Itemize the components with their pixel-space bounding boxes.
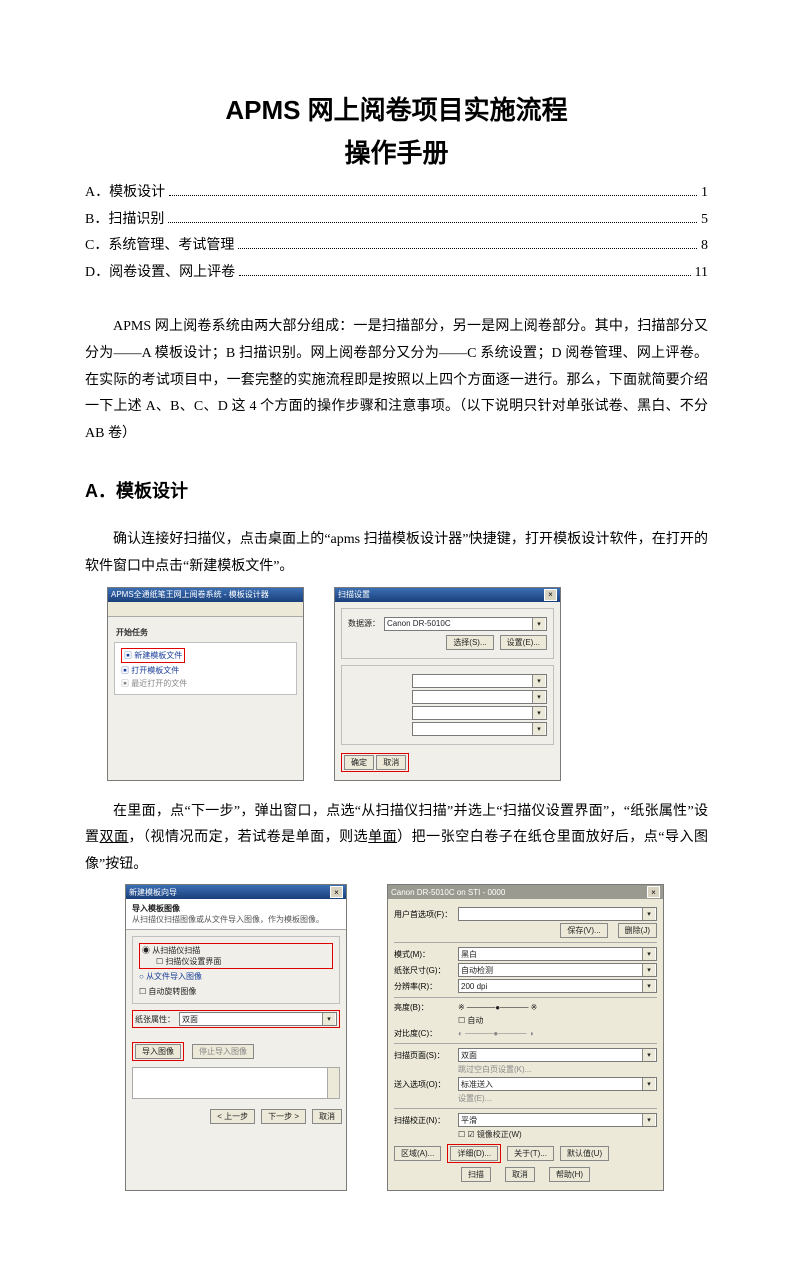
- fig4-delete-button[interactable]: 删除(J): [618, 923, 657, 938]
- section-a-p1: 确认连接好扫描仪，点击桌面上的“apms 扫描模板设计器”快捷键，打开模板设计软…: [85, 527, 708, 580]
- fig1-group-label: 开始任务: [116, 627, 297, 638]
- fig3-next-button[interactable]: 下一步 >: [261, 1109, 306, 1124]
- fig4-cancel-button[interactable]: 取消: [505, 1167, 535, 1182]
- fig3-stop-button[interactable]: 停止导入图像: [192, 1044, 254, 1059]
- toc-row: A．模板设计 1: [85, 180, 708, 207]
- fig1-title: APMS全通纸笔王网上阅卷系统 - 模板设计器: [111, 589, 269, 600]
- section-a-p2: 在里面，点“下一步”，弹出窗口，点选“从扫描仪扫描”并选上“扫描仪设置界面”，“…: [85, 799, 708, 879]
- fig3-heading: 导入模板图像: [132, 903, 340, 914]
- fig4-save-button[interactable]: 保存(V)...: [560, 923, 607, 938]
- figure-row-1: APMS全通纸笔王网上阅卷系统 - 模板设计器 开始任务 ▣ 新建模板文件 ▣ …: [107, 587, 708, 781]
- fig4-user-label: 用户首选项(F)：: [394, 909, 454, 920]
- toc-page: 11: [695, 260, 708, 287]
- fig3-paper-label: 纸张属性：: [135, 1014, 175, 1025]
- fig4-skip-link[interactable]: 跳过空白页设置(K)...: [458, 1064, 531, 1075]
- fig4-dpi-dropdown[interactable]: 200 dpi: [458, 979, 657, 993]
- close-icon[interactable]: ×: [647, 886, 660, 898]
- fig4-feed-dropdown[interactable]: 标准送入: [458, 1077, 657, 1091]
- toc-dots: [239, 275, 690, 276]
- fig2-setup-button[interactable]: 设置(E)...: [500, 635, 547, 650]
- fig3-sub: 从扫描仪扫描图像或从文件导入图像，作为模板图像。: [132, 914, 340, 925]
- toc-label: A．模板设计: [85, 180, 165, 207]
- doc-subtitle: 操作手册: [85, 133, 708, 170]
- fig1-open-template[interactable]: ▣ 打开模板文件: [119, 664, 292, 677]
- fig2-src-label: 数据源：: [348, 618, 380, 629]
- fig4-feed-label: 送入选项(O)：: [394, 1079, 454, 1090]
- fig4-side-label: 扫描页面(S)：: [394, 1050, 454, 1061]
- fig4-deskew-dropdown[interactable]: 平滑: [458, 1113, 657, 1127]
- fig4-bright-label: 亮度(B)：: [394, 1002, 454, 1013]
- toc-row: D．阅卷设置、网上评卷 11: [85, 260, 708, 287]
- fig4-size-dropdown[interactable]: 自动检测: [458, 963, 657, 977]
- table-of-contents: A．模板设计 1 B．扫描识别 5 C．系统管理、考试管理 8 D．阅卷设置、网…: [85, 180, 708, 286]
- fig4-area-button[interactable]: 区域(A)...: [394, 1146, 441, 1161]
- close-icon[interactable]: ×: [330, 886, 343, 898]
- fig4-window: Canon DR-5010C on STI - 0000 × 用户首选项(F)：…: [387, 884, 664, 1191]
- doc-title: APMS 网上阅卷项目实施流程: [85, 90, 708, 127]
- intro-paragraph: APMS 网上阅卷系统由两大部分组成：一是扫描部分，另一是网上阅卷部分。其中，扫…: [85, 314, 708, 447]
- fig3-back-button[interactable]: < 上一步: [210, 1109, 255, 1124]
- fig2-cancel-button[interactable]: 取消: [376, 755, 406, 770]
- fig2-dd[interactable]: [412, 722, 547, 736]
- toc-page: 8: [701, 233, 708, 260]
- toc-dots: [238, 248, 697, 249]
- fig4-auto-check[interactable]: 自动: [458, 1015, 483, 1026]
- fig4-more-button[interactable]: 详细(D)...: [450, 1146, 498, 1161]
- fig4-title: Canon DR-5010C on STI - 0000: [391, 888, 505, 897]
- fig2-title: 扫描设置: [338, 589, 370, 600]
- fig4-titlebar: Canon DR-5010C on STI - 0000 ×: [388, 885, 663, 899]
- fig4-feed-set[interactable]: 设置(E)...: [458, 1093, 491, 1104]
- fig4-size-label: 纸张尺寸(G)：: [394, 965, 454, 976]
- toc-page: 1: [701, 180, 708, 207]
- fig4-side-dropdown[interactable]: 双面: [458, 1048, 657, 1062]
- fig2-select-button[interactable]: 选择(S)...: [446, 635, 493, 650]
- fig2-src-dropdown[interactable]: Canon DR-5010C: [384, 617, 547, 631]
- fig2-window: 扫描设置 × 数据源： Canon DR-5010C 选择(S)... 设置(E…: [334, 587, 561, 781]
- fig4-about-button[interactable]: 关于(T)...: [507, 1146, 554, 1161]
- toc-label: B．扫描识别: [85, 207, 164, 234]
- toc-page: 5: [701, 207, 708, 234]
- fig2-ok-button[interactable]: 确定: [344, 755, 374, 770]
- fig3-window: 新建模板向导 × 导入模板图像 从扫描仪扫描图像或从文件导入图像，作为模板图像。…: [125, 884, 347, 1191]
- fig1-window: APMS全通纸笔王网上阅卷系统 - 模板设计器 开始任务 ▣ 新建模板文件 ▣ …: [107, 587, 304, 781]
- fig3-radio-file[interactable]: 从文件导入图像: [139, 971, 333, 982]
- fig4-mode-dropdown[interactable]: 黑白: [458, 947, 657, 961]
- fig2-titlebar: 扫描设置 ×: [335, 588, 560, 602]
- fig4-help-button[interactable]: 帮助(H): [549, 1167, 590, 1182]
- toc-dots: [168, 222, 697, 223]
- fig4-default-button[interactable]: 默认值(U): [560, 1146, 609, 1161]
- fig4-user-dropdown[interactable]: [458, 907, 657, 921]
- fig3-paper-dropdown[interactable]: 双面: [179, 1012, 337, 1026]
- fig4-contrast-label: 对比度(C)：: [394, 1028, 454, 1039]
- toc-row: C．系统管理、考试管理 8: [85, 233, 708, 260]
- fig3-radio-scan[interactable]: 从扫描仪扫描: [142, 945, 330, 956]
- fig2-dd[interactable]: [412, 674, 547, 688]
- toc-row: B．扫描识别 5: [85, 207, 708, 234]
- fig3-titlebar: 新建模板向导 ×: [126, 885, 346, 899]
- fig3-check-rotate[interactable]: 自动旋转图像: [139, 986, 333, 997]
- toc-label: D．阅卷设置、网上评卷: [85, 260, 235, 287]
- fig1-recent-files[interactable]: ▣ 最近打开的文件: [119, 677, 292, 690]
- fig2-dd[interactable]: [412, 706, 547, 720]
- figure-row-2: 新建模板向导 × 导入模板图像 从扫描仪扫描图像或从文件导入图像，作为模板图像。…: [125, 884, 708, 1191]
- fig1-new-template[interactable]: ▣ 新建模板文件: [119, 647, 292, 664]
- fig3-cancel-button[interactable]: 取消: [312, 1109, 342, 1124]
- fig4-scan-button[interactable]: 扫描: [461, 1167, 491, 1182]
- fig4-mirror-check[interactable]: ☑ 镜像校正(W): [458, 1129, 522, 1140]
- fig3-check-ui[interactable]: 扫描仪设置界面: [156, 956, 330, 967]
- fig2-dd[interactable]: [412, 690, 547, 704]
- fig1-titlebar: APMS全通纸笔王网上阅卷系统 - 模板设计器: [108, 588, 303, 602]
- section-a-heading: A．模板设计: [85, 477, 708, 503]
- toc-dots: [169, 195, 697, 196]
- fig3-import-button[interactable]: 导入图像: [135, 1044, 181, 1059]
- fig4-mode-label: 模式(M)：: [394, 949, 454, 960]
- close-icon[interactable]: ×: [544, 589, 557, 601]
- toc-label: C．系统管理、考试管理: [85, 233, 234, 260]
- fig4-deskew-label: 扫描校正(N)：: [394, 1115, 454, 1126]
- fig3-title: 新建模板向导: [129, 887, 177, 898]
- fig4-dpi-label: 分辨率(R)：: [394, 981, 454, 992]
